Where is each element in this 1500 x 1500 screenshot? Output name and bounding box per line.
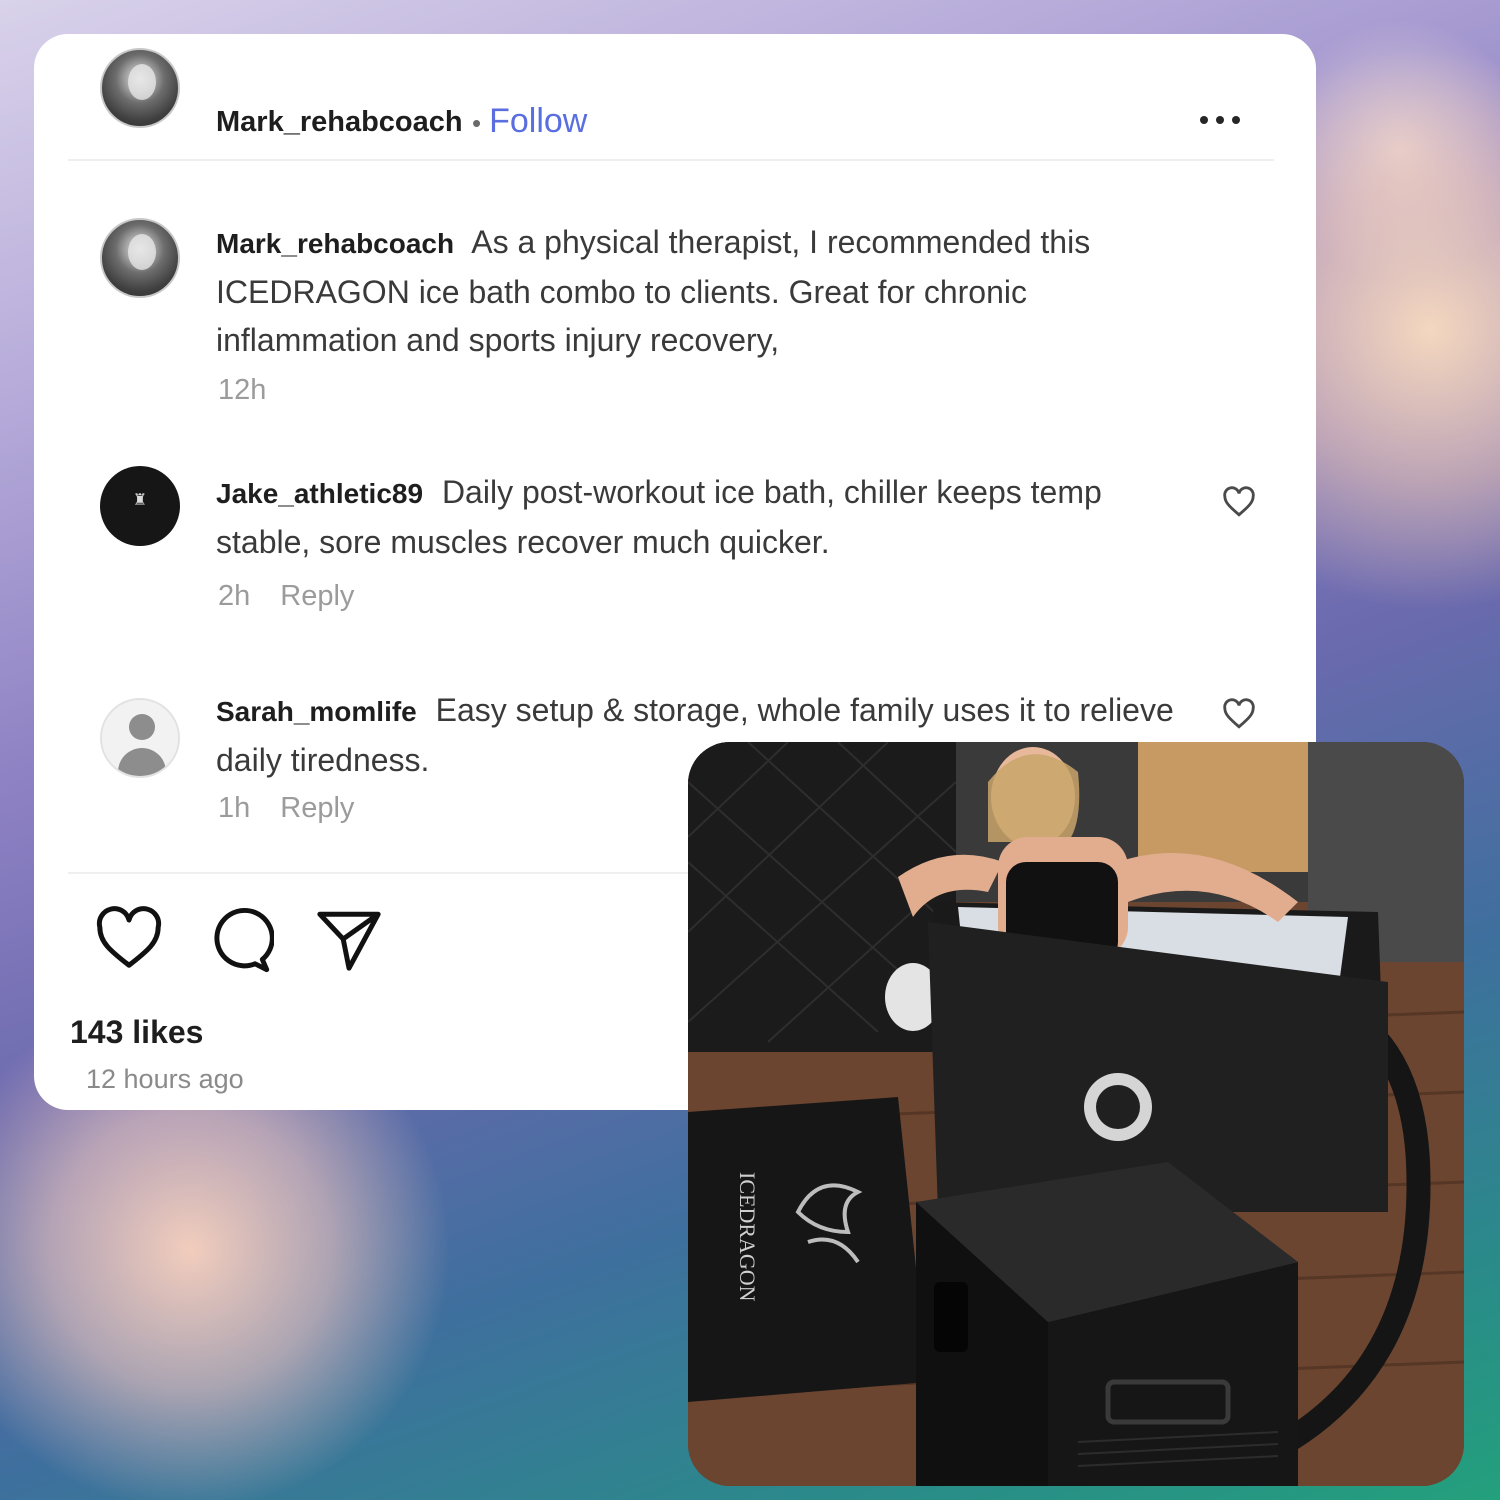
separator-dot: • <box>472 108 482 138</box>
comment-meta: 12h <box>218 374 266 407</box>
commenter-avatar[interactable] <box>100 218 180 298</box>
comment-username[interactable]: Sarah_momlife <box>216 696 417 727</box>
author-avatar[interactable] <box>100 48 180 128</box>
reply-button[interactable]: Reply <box>280 580 354 612</box>
more-icon[interactable] <box>1198 110 1242 130</box>
comment-time: 1h <box>218 792 251 824</box>
product-photo: ICEDRAGON <box>688 742 1464 1486</box>
post-author-name[interactable]: Mark_rehabcoach <box>216 106 463 139</box>
heart-icon[interactable] <box>94 904 164 974</box>
comment-username[interactable]: Mark_rehabcoach <box>216 228 454 259</box>
commenter-avatar[interactable] <box>100 698 180 778</box>
post-header: Mark_rehabcoach • Follow <box>34 34 1316 194</box>
comment-meta: 2h Reply <box>218 580 354 613</box>
avatar-logo-icon: ♜ <box>132 492 148 509</box>
like-comment-heart-icon[interactable] <box>1222 486 1256 518</box>
post-timestamp: 12 hours ago <box>86 1064 244 1094</box>
share-icon[interactable] <box>314 904 384 974</box>
comment-time: 12h <box>218 374 267 406</box>
comment-icon[interactable] <box>204 904 274 974</box>
follow-label: Follow <box>489 102 588 140</box>
like-comment-heart-icon[interactable] <box>1222 698 1256 730</box>
ice-bath-scene-image: ICEDRAGON <box>688 742 1464 1486</box>
follow-button[interactable]: • Follow <box>472 102 587 141</box>
header-divider <box>68 159 1274 161</box>
comment-body: Jake_athletic89 Daily post-workout ice b… <box>216 468 1176 566</box>
mat-brand-text: ICEDRAGON <box>735 1172 760 1302</box>
avatar-body-icon <box>118 748 166 776</box>
reply-button[interactable]: Reply <box>280 792 354 824</box>
avatar-head-icon <box>129 714 155 740</box>
comment-username[interactable]: Jake_athletic89 <box>216 478 423 509</box>
comment-meta: 1h Reply <box>218 792 354 825</box>
likes-count[interactable]: 143 likes <box>70 1014 203 1051</box>
comment-body: Mark_rehabcoach As a physical therapist,… <box>216 218 1216 364</box>
commenter-avatar[interactable]: ♜ <box>100 466 180 546</box>
comment-time: 2h <box>218 580 251 612</box>
